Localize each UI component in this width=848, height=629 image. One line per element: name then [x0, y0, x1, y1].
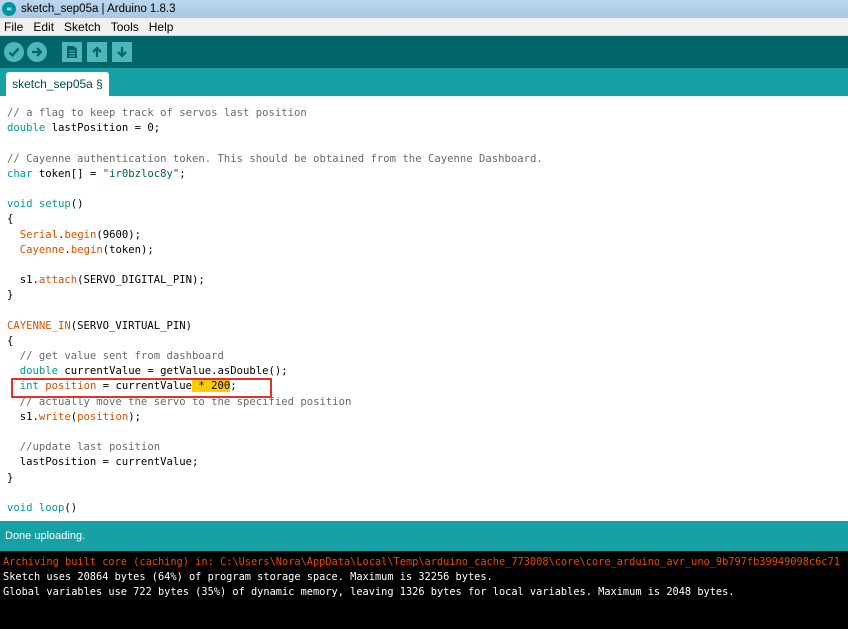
- code-token: setup: [38, 198, 71, 211]
- code-token: // get value sent from dashboard: [7, 350, 224, 362]
- code-line: // Cayenne authentication token. This sh…: [7, 152, 543, 167]
- code-token: (token);: [102, 243, 154, 256]
- tab-sketch[interactable]: sketch_sep05a §: [6, 72, 109, 96]
- code-line: void setup(): [7, 197, 543, 212]
- code-token: double: [7, 122, 46, 135]
- code-line: {: [7, 212, 543, 227]
- menu-sketch[interactable]: Sketch: [63, 20, 102, 34]
- arrow-right-icon: [32, 47, 43, 57]
- menu-file[interactable]: File: [3, 20, 24, 34]
- code-line: // a flag to keep track of servos last p…: [7, 106, 543, 121]
- code-token: CAYENNE_IN: [7, 319, 71, 332]
- code-line: Cayenne.begin(token);: [7, 243, 543, 258]
- code-token: //update last position: [7, 441, 161, 454]
- code-token: // a flag to keep track of servos last p…: [7, 107, 307, 119]
- code-token: (SERVO_DIGITAL_PIN);: [77, 274, 205, 287]
- code-token: begin: [64, 228, 97, 241]
- open-button[interactable]: [87, 42, 107, 62]
- code-token: loop: [38, 501, 65, 514]
- menu-edit[interactable]: Edit: [32, 20, 55, 34]
- status-text: Done uploading.: [5, 530, 86, 542]
- code-line: lastPosition = currentValue;: [7, 455, 543, 470]
- code-token: void: [7, 198, 33, 211]
- code-token: void: [7, 501, 33, 514]
- console-output[interactable]: Archiving built core (caching) in: C:\Us…: [0, 551, 848, 629]
- code-token: (): [64, 501, 78, 514]
- arrow-up-icon: [92, 46, 102, 57]
- menu-tools[interactable]: Tools: [110, 20, 140, 34]
- new-file-icon: [67, 46, 77, 58]
- code-token: attach: [38, 274, 78, 287]
- tab-strip: sketch_sep05a §: [0, 68, 848, 96]
- toolbar: [0, 36, 848, 68]
- code-line: void loop(): [7, 501, 543, 516]
- code-line: }: [7, 471, 543, 486]
- code-text[interactable]: // a flag to keep track of servos last p…: [7, 106, 543, 516]
- code-token: lastPosition = 0;: [45, 122, 161, 135]
- console-line: Sketch uses 20864 bytes (64%) of program…: [3, 571, 493, 584]
- code-token: Serial: [19, 228, 59, 241]
- code-token: // Cayenne authentication token. This sh…: [7, 152, 543, 165]
- code-token: currentValue = getValue.asDouble();: [58, 365, 288, 378]
- code-token: position: [77, 410, 129, 423]
- code-token: "ir0bzloc8y": [102, 167, 180, 180]
- code-token: begin: [70, 243, 103, 256]
- verify-button[interactable]: [4, 42, 24, 62]
- code-token: s1.: [7, 274, 39, 287]
- title-bar: ∞ sketch_sep05a | Arduino 1.8.3: [0, 0, 848, 18]
- upload-button[interactable]: [27, 42, 47, 62]
- code-line: char token[] = "ir0bzloc8y";: [7, 167, 543, 182]
- code-token: char: [7, 167, 33, 180]
- code-line: s1.attach(SERVO_DIGITAL_PIN);: [7, 273, 543, 288]
- code-token: s1.: [7, 410, 39, 423]
- console-line: Global variables use 722 bytes (35%) of …: [3, 586, 735, 599]
- annotation-highlight-box: [11, 378, 272, 398]
- code-token: lastPosition = currentValue;: [7, 456, 199, 469]
- checkmark-icon: [8, 47, 20, 58]
- code-line: s1.write(position);: [7, 410, 543, 425]
- code-line: Serial.begin(9600);: [7, 228, 543, 243]
- save-button[interactable]: [112, 42, 132, 62]
- new-button[interactable]: [62, 42, 82, 62]
- code-token: }: [7, 289, 14, 302]
- code-token: );: [128, 410, 141, 423]
- arrow-down-icon: [117, 47, 127, 58]
- code-token: {: [7, 334, 14, 347]
- console-line: Archiving built core (caching) in: C:\Us…: [3, 556, 840, 568]
- code-token: double: [19, 365, 59, 378]
- code-line: // get value sent from dashboard: [7, 349, 543, 364]
- code-token: }: [7, 471, 14, 484]
- menu-bar: File Edit Sketch Tools Help: [0, 18, 848, 36]
- code-token: write: [38, 410, 71, 423]
- code-editor[interactable]: // a flag to keep track of servos last p…: [0, 96, 848, 521]
- code-token: (SERVO_VIRTUAL_PIN): [70, 319, 192, 332]
- code-line: //update last position: [7, 440, 543, 455]
- arduino-logo-icon: ∞: [2, 2, 16, 16]
- code-token: (): [70, 198, 84, 211]
- window-title: sketch_sep05a | Arduino 1.8.3: [21, 3, 176, 15]
- code-line: {: [7, 334, 543, 349]
- code-token: ;: [179, 167, 186, 180]
- code-token: Cayenne: [19, 243, 65, 256]
- code-token: {: [7, 213, 14, 226]
- code-line: double lastPosition = 0;: [7, 121, 543, 136]
- code-token: (9600);: [96, 228, 141, 241]
- code-line: }: [7, 288, 543, 303]
- code-token: token[] =: [32, 167, 103, 180]
- status-bar: Done uploading.: [0, 521, 848, 551]
- code-line: CAYENNE_IN(SERVO_VIRTUAL_PIN): [7, 319, 543, 334]
- menu-help[interactable]: Help: [148, 20, 175, 34]
